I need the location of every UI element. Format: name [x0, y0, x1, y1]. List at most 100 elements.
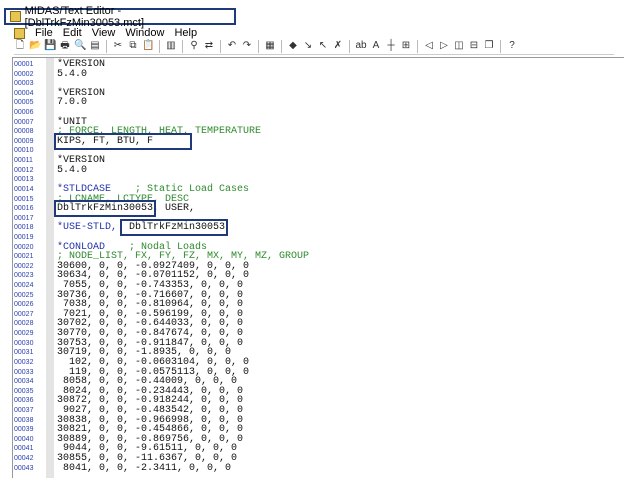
line-number: 00022: [14, 262, 34, 270]
line-text: 7.0.0: [57, 98, 87, 108]
print-preview-icon[interactable]: 🔍: [74, 40, 86, 52]
line-number: 00021: [14, 253, 34, 261]
bookmark-icon[interactable]: ▦: [264, 40, 276, 52]
toolbar-separator: [500, 39, 501, 53]
line-number: 00019: [14, 233, 34, 241]
code-text: 8041, 0, 0, -2.3411, 0, 0, 0: [57, 462, 232, 474]
toolbar-separator: [220, 39, 221, 53]
line-number: 00008: [14, 128, 34, 136]
line-number: 00036: [14, 397, 34, 405]
keyword-text: *USE-STLD,: [57, 222, 118, 234]
page-setup-icon[interactable]: ▤: [89, 40, 101, 52]
bookmark-next-icon[interactable]: ↘: [302, 40, 314, 52]
undo-icon[interactable]: ↶: [226, 40, 238, 52]
line-number: 00030: [14, 339, 34, 347]
editor-line[interactable]: 00043 8041, 0, 0, -2.3411, 0, 0, 0: [13, 462, 624, 474]
editor-line[interactable]: 00006: [13, 108, 624, 118]
new-icon[interactable]: 🗋: [14, 40, 26, 52]
editor-line[interactable]: 00004 *VERSION: [13, 88, 624, 99]
line-number: 00012: [14, 166, 34, 174]
line-text: DblTrkFzMin30053, USER,: [53, 200, 196, 218]
line-number: 00017: [14, 214, 34, 222]
fit-icon[interactable]: ⊞: [400, 40, 412, 52]
window-forward-icon[interactable]: ▷: [438, 40, 450, 52]
code-text: 7.0.0: [57, 97, 88, 109]
line-number: 00034: [14, 378, 34, 386]
bookmark-prev-icon[interactable]: ↖: [317, 40, 329, 52]
window-title-bar: MIDAS/Text Editor - [DblTrkFzMin30053.mc…: [4, 5, 236, 29]
font-icon[interactable]: A: [370, 40, 382, 52]
split-icon[interactable]: ┼: [385, 40, 397, 52]
line-number: 00011: [14, 157, 33, 165]
copy-icon[interactable]: ⧉: [127, 40, 139, 52]
toolbar: 🗋 📂 💾 🖶 🔍 ▤ ✂ ⧉ 📋 ▥ ⚲ ⇄ ↶ ↷ ▦ ◆ ↘ ↖ ✗ ab A ┼ ⊞ ◁ ▷ ◫ ⊟ ❐?: [14, 38, 614, 55]
line-number: 00014: [14, 185, 34, 193]
line-number: 00016: [14, 205, 34, 213]
tile-horizontal-icon[interactable]: ⊟: [468, 40, 480, 52]
toolbar-separator: [106, 39, 107, 53]
editor-line[interactable]: 00012 5.4.0: [13, 164, 624, 176]
line-text: *USE-STLD, DblTrkFzMin30053: [57, 219, 229, 237]
paste-icon[interactable]: 📋: [142, 40, 154, 52]
cut-icon[interactable]: ✂: [112, 40, 124, 52]
replace-icon[interactable]: ⇄: [203, 40, 215, 52]
toolbar-separator: [281, 39, 282, 53]
line-number: 00038: [14, 416, 34, 424]
editor-line[interactable]: 00001 *VERSION: [13, 60, 624, 70]
line-text: 5.4.0: [57, 164, 88, 176]
column-icon[interactable]: ▥: [165, 40, 177, 52]
redo-icon[interactable]: ↷: [241, 40, 253, 52]
tile-vertical-icon[interactable]: ◫: [453, 40, 465, 52]
line-number: 00039: [14, 426, 34, 434]
cascade-icon[interactable]: ❐: [483, 40, 495, 52]
line-number: 00006: [14, 109, 34, 117]
editor-line[interactable]: 00016 DblTrkFzMin30053, USER,: [13, 200, 624, 218]
save-icon[interactable]: 💾: [44, 40, 56, 52]
open-icon[interactable]: 📂: [29, 40, 41, 52]
editor-line[interactable]: 00002 5.4.0: [13, 68, 624, 80]
line-number: 00029: [14, 330, 34, 338]
line-number: 00018: [14, 224, 34, 232]
line-number: 00035: [14, 387, 34, 395]
window-back-icon[interactable]: ◁: [423, 40, 435, 52]
line-number: 00015: [14, 195, 34, 203]
line-number: 00003: [14, 80, 34, 88]
editor-line[interactable]: 00011 *VERSION: [13, 156, 624, 166]
bookmark-set-icon[interactable]: ◆: [287, 40, 299, 52]
code-text: 5.4.0: [57, 164, 88, 176]
editor-line[interactable]: 00018 *USE-STLD, DblTrkFzMin30053: [13, 219, 624, 237]
doc-icon[interactable]: [14, 27, 25, 39]
help-icon[interactable]: ?: [506, 40, 518, 52]
code-text: , USER,: [153, 203, 196, 215]
print-icon[interactable]: 🖶: [59, 40, 71, 52]
bookmark-clear-icon[interactable]: ✗: [332, 40, 344, 52]
window-title: MIDAS/Text Editor - [DblTrkFzMin30053.mc…: [24, 4, 145, 29]
line-number: 00005: [14, 99, 34, 107]
line-number: 00001: [14, 61, 34, 68]
toolbar-separator: [182, 39, 183, 53]
find-icon[interactable]: ⚲: [188, 40, 200, 52]
line-number: 00002: [14, 70, 34, 78]
highlight-box: DblTrkFzMin30053: [53, 200, 157, 218]
line-number: 00033: [14, 368, 34, 376]
line-number: 00023: [14, 272, 34, 280]
line-number: 00040: [14, 435, 34, 443]
toolbar-separator: [159, 39, 160, 53]
line-number: 00009: [14, 137, 34, 145]
line-number: 00026: [14, 301, 34, 309]
line-number: 00013: [14, 176, 34, 184]
editor-line[interactable]: 00009 KIPS, FT, BTU, F: [13, 132, 624, 150]
line-number: 00028: [14, 320, 34, 328]
ab-icon[interactable]: ab: [355, 40, 367, 52]
line-text: 5.4.0: [57, 68, 88, 80]
line-number: 00043: [14, 464, 34, 472]
line-number: 00024: [14, 282, 34, 290]
editor-line[interactable]: 00005 7.0.0: [13, 98, 624, 108]
line-number: 00032: [14, 358, 34, 366]
highlight-box: KIPS, FT, BTU, F: [53, 132, 193, 150]
code-text: 5.4.0: [57, 68, 88, 80]
toolbar-separator: [349, 39, 350, 53]
line-text: KIPS, FT, BTU, F: [53, 132, 193, 150]
line-number: 00041: [14, 445, 34, 453]
text-editor[interactable]: 00001 *VERSION 00002 5.4.0 00003 00004 *VERSIO…: [12, 57, 624, 478]
